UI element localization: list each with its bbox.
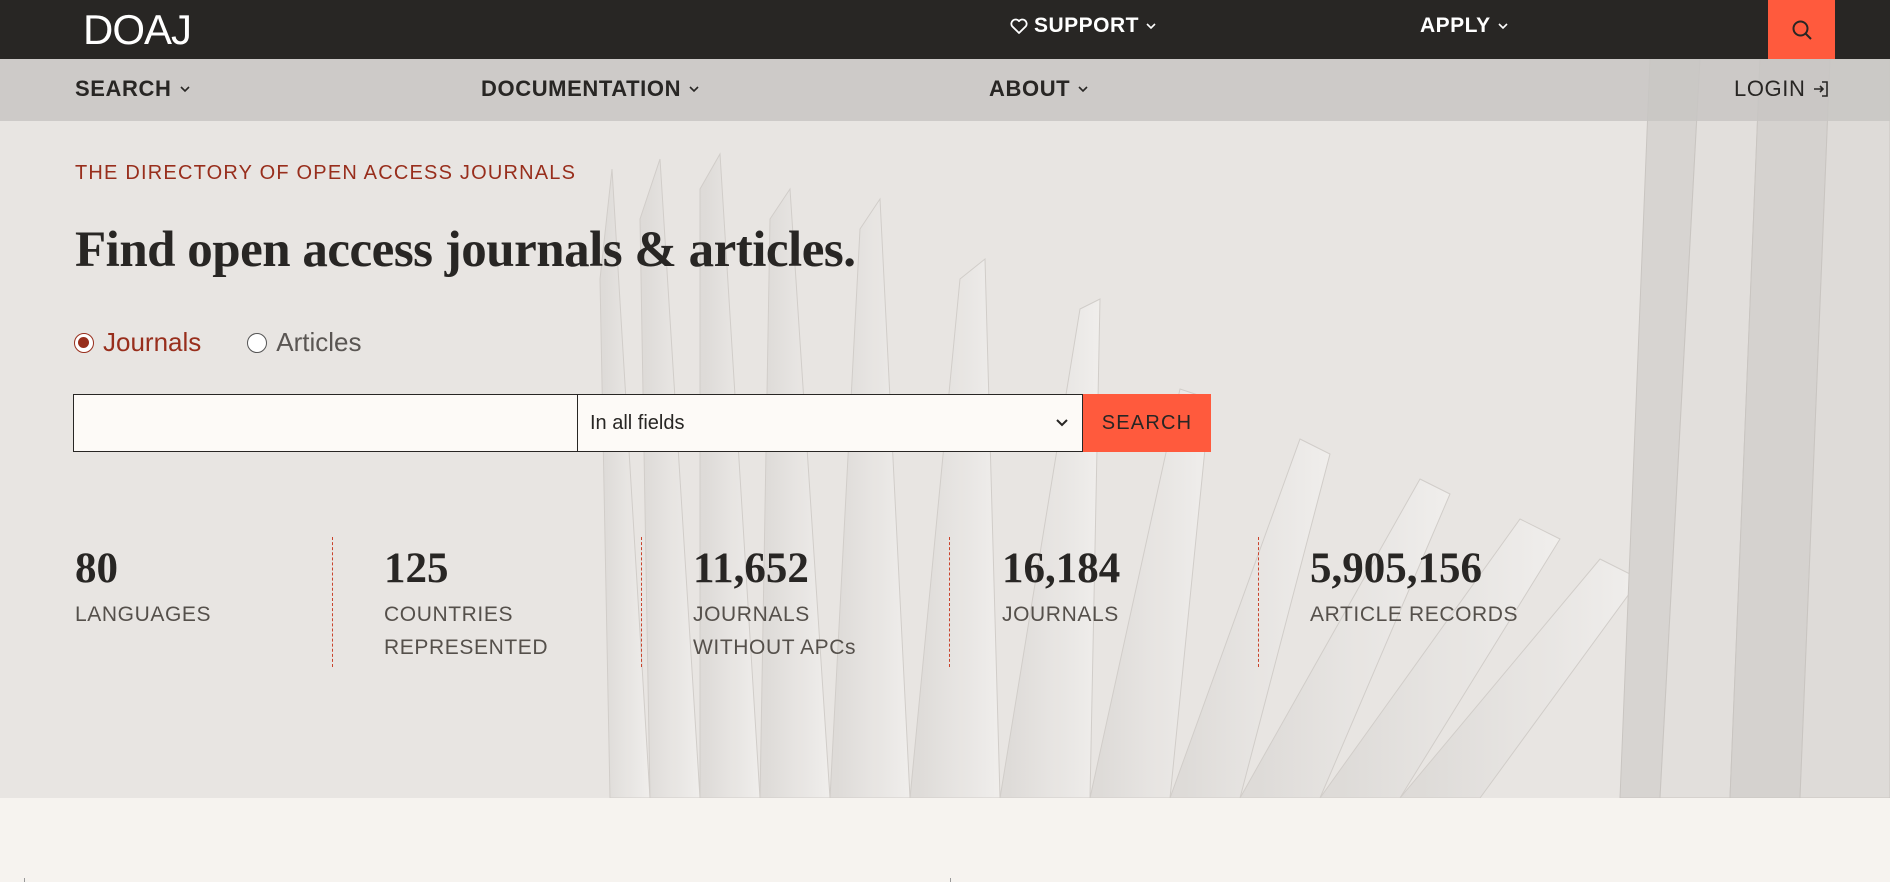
nav-search-label: SEARCH: [75, 76, 172, 101]
stat-article-records: 5,905,156 ARTICLE RECORDS: [1310, 545, 1550, 631]
section-divider: [950, 878, 951, 882]
stat-value: 11,652: [693, 545, 809, 592]
secondary-nav: SEARCH DOCUMENTATION ABOUT LOGIN: [0, 59, 1890, 121]
field-select[interactable]: In all fields: [577, 394, 1083, 452]
journals-radio-label: Journals: [103, 327, 202, 357]
field-select-value: In all fields: [590, 411, 685, 434]
stat-value: 125: [384, 545, 449, 592]
search-submit-button[interactable]: SEARCH: [1083, 394, 1211, 452]
stat-divider: [641, 537, 642, 667]
stat-value: 5,905,156: [1310, 545, 1482, 592]
stat-journals: 16,184 JOURNALS: [1002, 545, 1242, 631]
top-search-button[interactable]: [1768, 0, 1835, 59]
stat-value: 80: [75, 545, 118, 592]
hero-section: SEARCH DOCUMENTATION ABOUT LOGIN THE DIR…: [0, 59, 1890, 798]
stat-journals-without-apcs: 11,652 JOURNALS WITHOUT APCs: [693, 545, 883, 664]
nav-documentation-menu[interactable]: DOCUMENTATION: [481, 76, 700, 102]
radio-circle[interactable]: [74, 332, 94, 353]
stat-countries: 125 COUNTRIES REPRESENTED: [384, 545, 564, 664]
search-type-radios: Journals Articles: [74, 327, 362, 358]
stat-label: JOURNALS: [1002, 603, 1119, 627]
nav-about-menu[interactable]: ABOUT: [989, 76, 1089, 102]
nav-about-label: ABOUT: [989, 76, 1071, 101]
hero-headline: Find open access journals & articles.: [75, 222, 856, 278]
stat-label: JOURNALS WITHOUT APCs: [693, 603, 857, 660]
search-form: In all fields SEARCH: [73, 394, 1211, 452]
top-bar: DOAJ SUPPORT APPLY: [0, 0, 1890, 59]
apply-menu[interactable]: APPLY: [1420, 14, 1509, 38]
heart-icon: [1010, 18, 1028, 34]
section-divider: [24, 878, 25, 882]
stat-divider: [949, 537, 950, 667]
apply-label: APPLY: [1420, 14, 1491, 37]
chevron-down-icon: [1056, 419, 1068, 427]
stat-divider: [1258, 537, 1259, 667]
support-menu[interactable]: SUPPORT: [1010, 14, 1157, 38]
stat-languages: 80 LANGUAGES: [75, 545, 315, 631]
login-link[interactable]: LOGIN: [1734, 76, 1830, 102]
nav-documentation-label: DOCUMENTATION: [481, 76, 682, 101]
radio-circle[interactable]: [247, 332, 268, 353]
login-arrow-icon: [1814, 81, 1829, 97]
search-input[interactable]: [73, 394, 577, 452]
hero-eyebrow: THE DIRECTORY OF OPEN ACCESS JOURNALS: [75, 162, 577, 184]
chevron-down-icon: [1498, 23, 1508, 30]
stat-divider: [332, 537, 333, 667]
chevron-down-icon: [1078, 86, 1088, 93]
chevron-down-icon: [179, 86, 190, 93]
stat-label: COUNTRIES REPRESENTED: [384, 603, 549, 660]
nav-search-menu[interactable]: SEARCH: [75, 76, 191, 102]
stat-value: 16,184: [1002, 545, 1121, 592]
stat-label: LANGUAGES: [75, 603, 212, 627]
articles-radio-label: Articles: [276, 327, 362, 357]
support-label: SUPPORT: [1034, 14, 1140, 37]
chevron-down-icon: [689, 86, 699, 93]
login-label: LOGIN: [1734, 76, 1806, 101]
articles-radio[interactable]: Articles: [247, 327, 362, 358]
search-icon: [1792, 20, 1812, 40]
journals-radio[interactable]: Journals: [74, 327, 201, 358]
stat-label: ARTICLE RECORDS: [1310, 603, 1519, 627]
doaj-logo[interactable]: DOAJ: [83, 6, 192, 54]
chevron-down-icon: [1146, 23, 1156, 30]
